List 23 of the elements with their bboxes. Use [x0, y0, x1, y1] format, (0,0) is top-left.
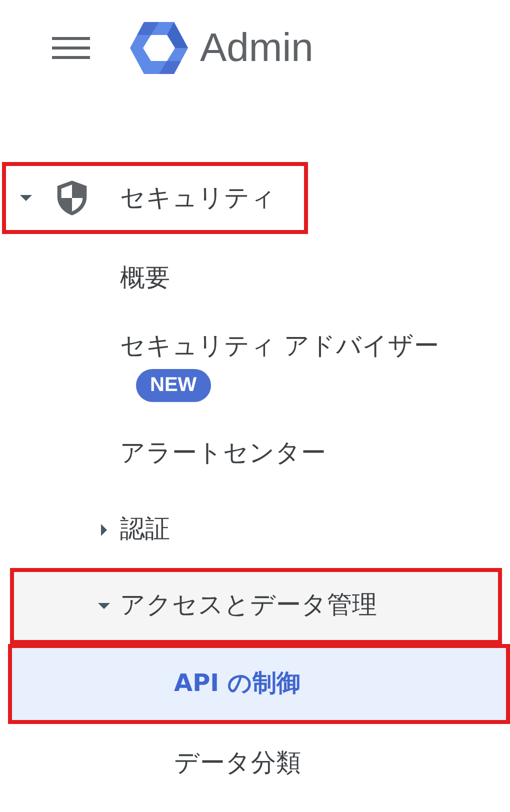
nav-label: データ分類: [174, 747, 301, 780]
nav-label: 認証: [120, 513, 170, 546]
nav-label: セキュリティ: [120, 182, 276, 214]
nav-label: セキュリティ アドバイザー: [120, 330, 439, 362]
shield-icon: [56, 179, 88, 217]
nav-item[interactable]: アラートセンター: [10, 416, 502, 492]
nav-item[interactable]: アクセスとデータ管理: [10, 568, 502, 644]
nav-item[interactable]: セキュリティ: [2, 162, 308, 234]
caret-icon: [98, 524, 110, 536]
nav-item[interactable]: 認証: [10, 492, 502, 568]
new-badge: NEW: [136, 368, 211, 402]
nav-item[interactable]: API の制御: [8, 644, 510, 724]
nav-item[interactable]: セキュリティ アドバイザー NEW: [10, 316, 502, 416]
nav-label: アクセスとデータ管理: [120, 589, 377, 622]
nav-label: 概要: [120, 262, 170, 294]
app-title: Admin: [200, 26, 314, 70]
hexagon-logo-icon: [128, 21, 190, 75]
nav-label: アラートセンター: [120, 437, 326, 470]
nav-label: API の制御: [174, 668, 300, 699]
caret-icon: [20, 192, 32, 204]
menu-icon[interactable]: [52, 37, 90, 59]
nav-item[interactable]: データ分類: [8, 724, 510, 804]
nav-item[interactable]: 概要: [10, 240, 502, 316]
